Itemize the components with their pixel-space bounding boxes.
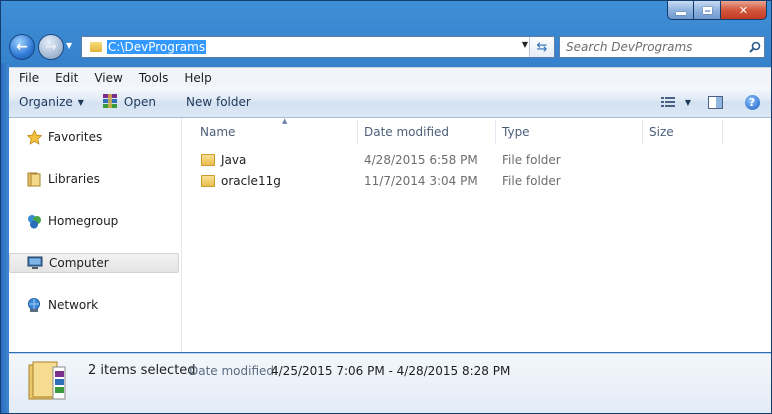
file-list: Name ▲ Date modified Type Size Java 4/28… (182, 117, 771, 352)
back-button[interactable]: ← (9, 34, 35, 60)
nav-item-homegroup[interactable]: Homegroup (9, 211, 179, 231)
column-headers: Name ▲ Date modified Type Size (182, 117, 771, 144)
nav-item-favorites[interactable]: Favorites (9, 127, 179, 147)
folder-icon (201, 174, 215, 187)
preview-pane-button[interactable] (697, 87, 733, 117)
close-icon: ✕ (738, 3, 749, 17)
file-date: 11/7/2014 3:04 PM (364, 173, 478, 188)
menu-bar: File Edit View Tools Help (9, 67, 771, 87)
network-icon (26, 297, 42, 313)
back-arrow-icon: ← (16, 39, 28, 55)
column-header-name[interactable]: Name ▲ (194, 117, 358, 144)
file-row[interactable]: Java 4/28/2015 6:58 PM File folder (182, 149, 771, 170)
toolbar-right: ▼ ? (657, 87, 771, 117)
new-folder-label: New folder (185, 95, 251, 109)
column-header-type[interactable]: Type (496, 120, 643, 144)
preview-pane-icon (707, 95, 723, 109)
minimize-button[interactable] (667, 1, 694, 20)
sort-ascending-icon: ▲ (282, 117, 288, 125)
maximize-button[interactable] (694, 1, 721, 20)
file-type: File folder (502, 173, 561, 188)
details-pane: 2 items selected Date modified: 4/25/201… (9, 353, 771, 413)
date-modified-value: 4/25/2015 7:06 PM - 4/28/2015 8:28 PM (271, 364, 511, 378)
nav-item-label: Libraries (48, 172, 100, 186)
content-area: Favorites Libraries Homegroup Computer N… (9, 117, 771, 352)
menu-help[interactable]: Help (174, 71, 217, 85)
winrar-icon (102, 93, 118, 111)
column-header-size[interactable]: Size (643, 120, 723, 144)
chevron-down-icon: ▼ (66, 41, 73, 50)
file-name: Java (221, 152, 247, 167)
command-bar: Organize ▼ Open New folder ▼ ? (9, 87, 771, 118)
forward-button[interactable]: → (38, 34, 64, 60)
search-input[interactable]: Search DevPrograms (560, 40, 746, 54)
selection-thumbnail-icon (27, 359, 69, 403)
nav-item-network[interactable]: Network (9, 295, 179, 315)
star-icon (26, 129, 42, 145)
file-date: 4/28/2015 6:58 PM (364, 152, 478, 167)
nav-item-libraries[interactable]: Libraries (9, 169, 179, 189)
folder-icon (90, 42, 102, 52)
help-icon: ? (744, 94, 760, 110)
address-history-dropdown[interactable]: ▼ (522, 40, 528, 49)
navigation-pane: Favorites Libraries Homegroup Computer N… (9, 118, 182, 352)
column-label: Type (502, 125, 530, 139)
new-folder-button[interactable]: New folder (165, 87, 260, 117)
menu-file[interactable]: File (9, 71, 45, 85)
change-view-button[interactable] (657, 87, 679, 117)
open-label: Open (123, 95, 156, 109)
nav-item-label: Computer (49, 256, 109, 270)
search-icon[interactable] (746, 41, 764, 53)
chevron-down-icon: ▼ (77, 97, 84, 107)
file-name-cell: oracle11g (201, 170, 281, 191)
organize-button[interactable]: Organize ▼ (9, 87, 93, 117)
search-box[interactable]: Search DevPrograms (559, 36, 765, 58)
recent-pages-dropdown[interactable]: ▼ (66, 41, 72, 50)
menu-view[interactable]: View (84, 71, 128, 85)
organize-label: Organize (19, 95, 73, 109)
forward-arrow-icon: → (45, 39, 57, 55)
computer-icon (27, 255, 43, 271)
caption-buttons: ✕ (667, 1, 767, 21)
column-label: Name (200, 125, 236, 139)
column-label: Date modified (364, 125, 450, 139)
chevron-down-icon: ▼ (684, 97, 692, 107)
details-view-icon (661, 96, 675, 107)
folder-icon (201, 153, 215, 166)
open-button[interactable]: Open (93, 87, 165, 117)
nav-item-label: Favorites (48, 130, 103, 144)
address-input[interactable]: C:\DevPrograms (107, 40, 207, 54)
explorer-window: ✕ ← → ▼ C:\DevPrograms ▼ ⇆ Search DevPro… (0, 0, 772, 414)
homegroup-icon (26, 213, 42, 229)
menu-edit[interactable]: Edit (45, 71, 84, 85)
file-row[interactable]: oracle11g 11/7/2014 3:04 PM File folder (182, 170, 771, 191)
selection-count: 2 items selected (88, 363, 196, 378)
column-label: Size (649, 125, 674, 139)
refresh-button[interactable]: ⇆ (529, 37, 554, 57)
nav-item-label: Homegroup (48, 214, 119, 228)
minimize-icon (675, 11, 686, 15)
column-header-date[interactable]: Date modified (358, 120, 496, 144)
date-modified-label: Date modified: (189, 364, 279, 378)
navigation-bar: ← → ▼ C:\DevPrograms ▼ ⇆ Search DevProgr… (9, 31, 765, 63)
close-button[interactable]: ✕ (721, 1, 767, 20)
libraries-icon (26, 171, 42, 187)
window-frame-left (1, 63, 9, 413)
file-name-cell: Java (201, 149, 246, 170)
nav-item-computer[interactable]: Computer (9, 253, 179, 273)
view-options-dropdown[interactable]: ▼ (679, 87, 697, 117)
address-bar[interactable]: C:\DevPrograms ▼ ⇆ (81, 36, 555, 58)
maximize-icon (702, 6, 712, 14)
file-type: File folder (502, 152, 561, 167)
file-name: oracle11g (221, 173, 281, 188)
refresh-icon: ⇆ (536, 39, 548, 55)
help-button[interactable]: ? (733, 87, 771, 117)
menu-tools[interactable]: Tools (129, 71, 175, 85)
nav-item-label: Network (48, 298, 99, 312)
